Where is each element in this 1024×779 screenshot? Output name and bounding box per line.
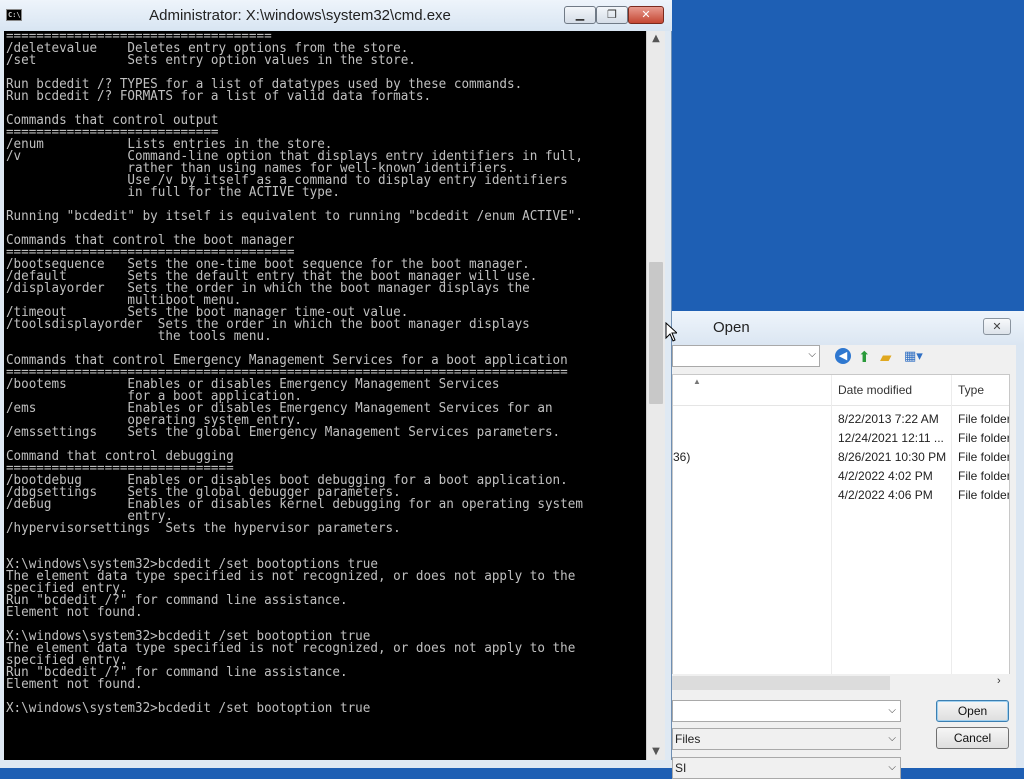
list-item[interactable]: 36) 8/26/2021 10:30 PM File folder bbox=[673, 448, 1010, 467]
console-line: in full for the ACTIVE type. bbox=[5, 185, 340, 200]
scroll-thumb[interactable] bbox=[672, 676, 890, 690]
view-menu-icon[interactable]: ▦▾ bbox=[904, 348, 923, 366]
list-item[interactable]: 8/22/2013 7:22 AM File folder bbox=[673, 410, 1010, 429]
file-type-value: Files bbox=[675, 732, 701, 746]
sort-arrow-icon: ▲ bbox=[693, 377, 701, 386]
list-item[interactable]: 4/2/2022 4:06 PM File folder bbox=[673, 486, 1010, 505]
dialog-close-button[interactable]: ✕ bbox=[983, 318, 1011, 335]
dialog-title: Open bbox=[713, 319, 750, 336]
open-button[interactable]: Open bbox=[936, 700, 1009, 722]
cmd-titlebar[interactable]: C:\ Administrator: X:\windows\system32\c… bbox=[0, 0, 672, 31]
chevron-down-icon[interactable]: ⌵ bbox=[808, 349, 816, 360]
file-type: File folder bbox=[958, 450, 1010, 464]
cmd-window-frame-bottom bbox=[0, 760, 672, 768]
console-text: ===================================/dele… bbox=[4, 31, 627, 715]
file-date: 4/2/2022 4:02 PM bbox=[838, 469, 933, 483]
back-arrow-icon[interactable]: ◀ bbox=[835, 348, 851, 364]
cancel-button[interactable]: Cancel bbox=[936, 727, 1009, 749]
dialog-frame-right bbox=[1016, 345, 1024, 768]
file-list[interactable]: ▲ Date modified Type 8/22/2013 7:22 AM F… bbox=[672, 374, 1010, 677]
console-line: the tools menu. bbox=[5, 329, 272, 344]
file-type: File folder bbox=[958, 469, 1010, 483]
dialog-titlebar[interactable]: Open ✕ bbox=[672, 311, 1024, 345]
scroll-right-arrow-icon[interactable]: › bbox=[997, 675, 1001, 687]
file-type: File folder bbox=[958, 488, 1010, 502]
console-output[interactable]: ===================================/dele… bbox=[4, 31, 646, 760]
scroll-up-arrow-icon[interactable]: ▲ bbox=[647, 31, 665, 47]
console-line: Element not found. bbox=[5, 677, 143, 692]
column-headers: ▲ Date modified Type bbox=[673, 375, 1009, 406]
new-folder-icon[interactable]: ▰ bbox=[880, 348, 892, 366]
file-date: 8/22/2013 7:22 AM bbox=[838, 412, 939, 426]
console-line: /set Sets entry option values in the sto… bbox=[5, 53, 416, 68]
file-date: 4/2/2022 4:06 PM bbox=[838, 488, 933, 502]
file-name-field[interactable]: ⌵ bbox=[672, 700, 901, 722]
dialog-body: ⌵ ◀ ⬆ ▰ ▦▾ ▲ Date modified Type 8/22/201… bbox=[672, 345, 1016, 779]
file-date: 12/24/2021 12:11 ... bbox=[838, 431, 944, 445]
console-line: /hypervisorsettings Sets the hypervisor … bbox=[5, 521, 401, 536]
mouse-pointer-icon bbox=[665, 322, 677, 342]
horizontal-scrollbar[interactable]: › bbox=[672, 674, 1010, 692]
maximize-button[interactable]: ❐ bbox=[596, 6, 628, 24]
scroll-thumb[interactable] bbox=[649, 262, 663, 404]
list-item[interactable]: 12/24/2021 12:11 ... File folder bbox=[673, 429, 1010, 448]
file-type-select[interactable]: Files ⌵ bbox=[672, 728, 901, 750]
cmd-window[interactable]: C:\ Administrator: X:\windows\system32\c… bbox=[0, 0, 672, 768]
column-date-modified[interactable]: Date modified bbox=[838, 383, 912, 397]
chevron-down-icon[interactable]: ⌵ bbox=[888, 733, 896, 744]
look-in-combo[interactable]: ⌵ bbox=[672, 345, 820, 367]
file-type: File folder bbox=[958, 431, 1010, 445]
minimize-button[interactable]: ▁ bbox=[564, 6, 596, 24]
console-line: Run bcdedit /? FORMATS for a list of val… bbox=[5, 89, 432, 104]
list-item[interactable]: 4/2/2022 4:02 PM File folder bbox=[673, 467, 1010, 486]
file-date: 8/26/2021 10:30 PM bbox=[838, 450, 947, 464]
vertical-scrollbar[interactable]: ▲ ▼ bbox=[646, 31, 665, 760]
scroll-down-arrow-icon[interactable]: ▼ bbox=[647, 744, 665, 760]
console-line: /emssettings Sets the global Emergency M… bbox=[5, 425, 561, 440]
console-line: Element not found. bbox=[5, 605, 143, 620]
cmd-window-title: Administrator: X:\windows\system32\cmd.e… bbox=[149, 7, 451, 24]
console-line: Running "bcdedit" by itself is equivalen… bbox=[5, 209, 583, 224]
chevron-down-icon[interactable]: ⌵ bbox=[888, 705, 896, 716]
file-name: 36) bbox=[673, 450, 691, 464]
file-type: File folder bbox=[958, 412, 1010, 426]
open-dialog[interactable]: Open ✕ ⌵ ◀ ⬆ ▰ ▦▾ ▲ Date modified Type 8… bbox=[672, 311, 1024, 779]
encoding-select[interactable]: SI ⌵ bbox=[672, 757, 901, 779]
encoding-value: SI bbox=[675, 761, 687, 775]
column-type[interactable]: Type bbox=[958, 383, 984, 397]
close-button[interactable]: ✕ bbox=[628, 6, 664, 24]
up-folder-icon[interactable]: ⬆ bbox=[858, 348, 871, 366]
console-line: X:\windows\system32>bcdedit /set bootopt… bbox=[5, 701, 371, 716]
